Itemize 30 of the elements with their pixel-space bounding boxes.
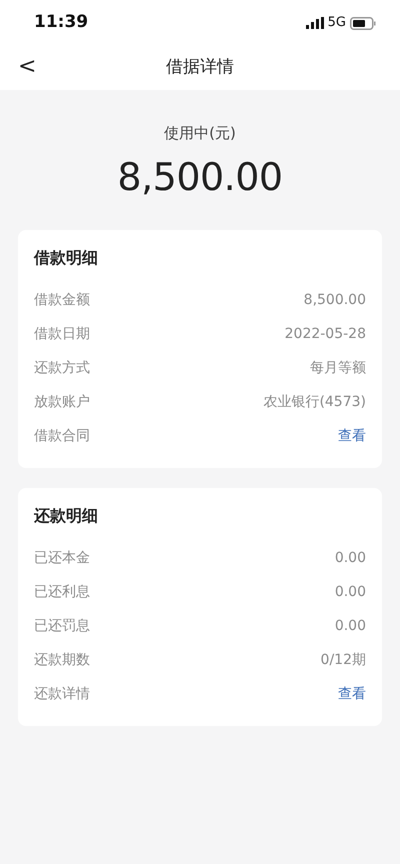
row-label: 已还本金 <box>34 549 90 568</box>
back-button[interactable]: < <box>12 54 42 80</box>
row-value: 每月等额 <box>310 359 366 378</box>
row-label: 还款期数 <box>34 651 90 670</box>
network-label: 5G <box>328 14 346 32</box>
row-label: 借款金额 <box>34 291 90 310</box>
battery-icon <box>350 16 376 30</box>
row-value: 8,500.00 <box>304 291 366 310</box>
row-value: 0.00 <box>334 549 366 568</box>
row-value: 0.00 <box>334 583 366 602</box>
row-label: 借款日期 <box>34 325 90 344</box>
row-label: 放款账户 <box>34 393 90 412</box>
row-label: 还款方式 <box>34 359 90 378</box>
status-time: 11:39 <box>34 11 88 34</box>
row-label: 已还罚息 <box>34 617 90 636</box>
row-value: 农业银行(4573) <box>263 393 366 412</box>
row-label: 还款详情 <box>34 685 90 704</box>
view-link[interactable]: 查看 <box>338 426 366 447</box>
row-label: 已还利息 <box>34 583 90 602</box>
row-label: 借款合同 <box>34 427 90 446</box>
section-title: 借款明细 <box>34 246 99 268</box>
row-value: 2022-05-28 <box>284 325 366 344</box>
section-title: 还款明细 <box>34 504 99 526</box>
amount-label: 使用中(元) <box>163 123 237 144</box>
signal-icon <box>306 17 324 29</box>
view-link[interactable]: 查看 <box>338 684 366 705</box>
row-value: 0.00 <box>334 617 366 636</box>
row-value: 0/12期 <box>320 651 366 670</box>
page-title: 借据详情 <box>166 56 234 80</box>
amount-value: 8,500.00 <box>116 154 284 200</box>
